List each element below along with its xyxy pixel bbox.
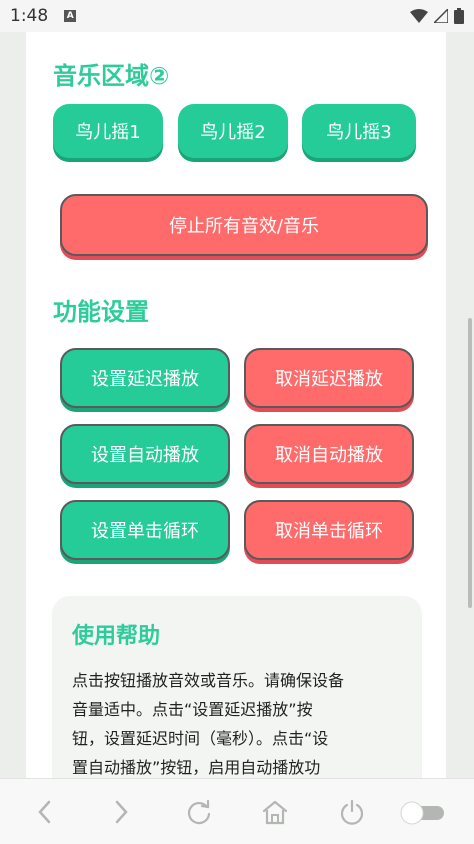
help-line: 置自动播放”按钮，启用自动播放功 [72, 758, 321, 777]
toggle-switch[interactable] [400, 801, 446, 825]
forward-icon[interactable] [106, 797, 136, 827]
music-button-3[interactable]: 鸟儿摇3 [302, 104, 416, 158]
home-icon[interactable] [260, 797, 290, 827]
cancel-auto-button[interactable]: 取消自动播放 [244, 424, 414, 484]
music-section-title: 音乐区域② [53, 62, 170, 90]
notification-icon: A [64, 10, 77, 22]
wifi-icon [410, 9, 428, 23]
screen: 1:48 A 音乐区域② 鸟儿摇1 鸟儿摇2 鸟儿摇3 停止所有音效/音乐 功能… [0, 0, 474, 844]
help-line: 钮，设置延迟时间（毫秒）。点击“设 [72, 729, 329, 748]
cancel-delay-button[interactable]: 取消延迟播放 [244, 348, 414, 408]
stop-all-button[interactable]: 停止所有音效/音乐 [60, 194, 428, 256]
refresh-icon[interactable] [184, 797, 214, 827]
help-line: 音量适中。点击“设置延迟播放”按 [72, 700, 313, 719]
status-icons [410, 8, 464, 24]
help-text: 点击按钮播放音效或音乐。请确保设备 音量适中。点击“设置延迟播放”按 钮，设置延… [72, 666, 402, 778]
help-title: 使用帮助 [72, 624, 161, 649]
status-time: 1:48 [10, 6, 49, 26]
music-button-2[interactable]: 鸟儿摇2 [178, 104, 288, 158]
page-content: 音乐区域② 鸟儿摇1 鸟儿摇2 鸟儿摇3 停止所有音效/音乐 功能设置 设置延迟… [26, 32, 446, 778]
help-line: 点击按钮播放音效或音乐。请确保设备 [72, 671, 345, 690]
battery-icon [454, 8, 464, 24]
set-loop-button[interactable]: 设置单击循环 [60, 500, 230, 560]
power-icon[interactable] [337, 797, 367, 827]
function-section-title: 功能设置 [53, 298, 149, 326]
set-delay-button[interactable]: 设置延迟播放 [60, 348, 230, 408]
help-box: 使用帮助 点击按钮播放音效或音乐。请确保设备 音量适中。点击“设置延迟播放”按 … [52, 596, 422, 778]
cancel-loop-button[interactable]: 取消单击循环 [244, 500, 414, 560]
status-bar: 1:48 A [0, 0, 474, 32]
bottom-navigation [0, 778, 474, 844]
back-icon[interactable] [30, 797, 60, 827]
scrollbar[interactable] [468, 318, 472, 608]
signal-icon [434, 9, 448, 23]
music-button-1[interactable]: 鸟儿摇1 [53, 104, 163, 158]
set-auto-button[interactable]: 设置自动播放 [60, 424, 230, 484]
